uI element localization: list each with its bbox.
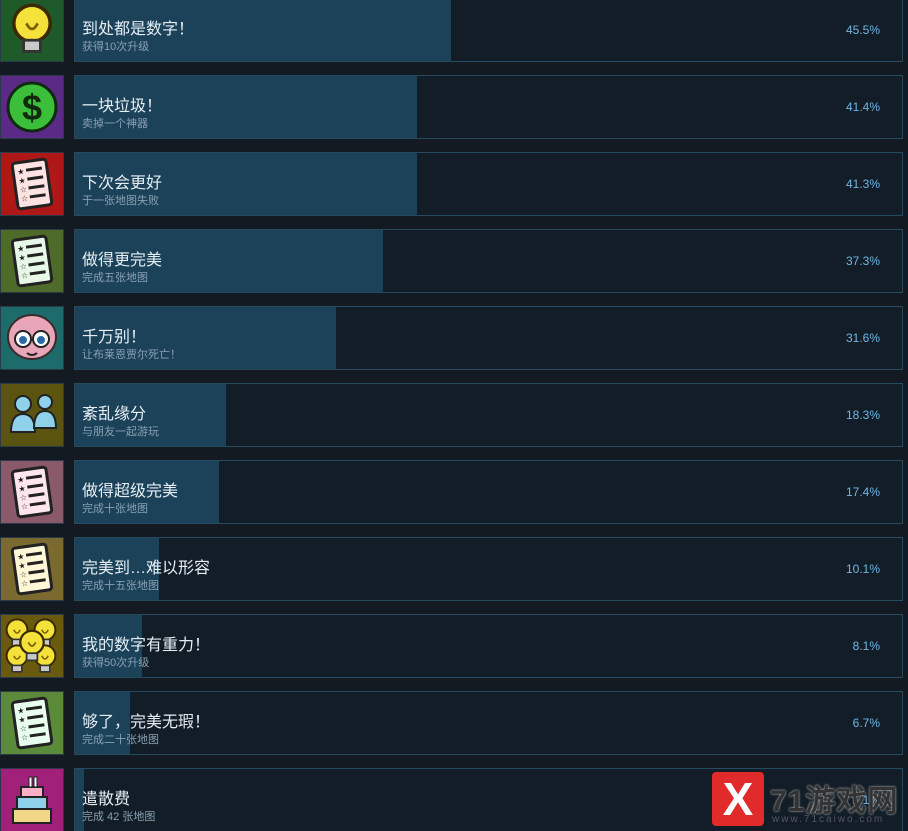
- unlock-percentage: 45.5%: [845, 23, 880, 37]
- achievement-title: 我的数字有重力！: [82, 637, 211, 654]
- progress-bar: 一块垃圾！ 卖掉一个神器 41.4%: [74, 75, 903, 139]
- svg-text:☆: ☆: [20, 579, 28, 589]
- achievement-row: 千万别！ 让布莱恩贾尔死亡！ 31.6%: [0, 306, 908, 372]
- achievement-description: 于一张地图失败: [82, 195, 159, 207]
- unlock-percentage: 17.4%: [845, 485, 880, 499]
- progress-bar: 我的数字有重力！ 获得50次升级 8.1%: [74, 614, 903, 678]
- achievement-description: 卖掉一个神器: [82, 118, 148, 130]
- achievement-description: 完成 42 张地图: [82, 811, 156, 823]
- unlock-percentage: 41.3%: [845, 177, 880, 191]
- achievement-description: 完成十五张地图: [82, 580, 159, 592]
- green-checklist-icon: ★ ★ ☆ ☆: [0, 229, 64, 293]
- achievement-row: ★ ★ ☆ ☆ 下次会更好于一张地图失败 41.3%: [0, 152, 908, 218]
- dollar-coin-icon: $: [0, 75, 64, 139]
- unlock-percentage: 6.7%: [852, 716, 880, 730]
- yellow-checklist-icon: ★ ★ ☆ ☆: [0, 537, 64, 601]
- friends-icon: [0, 383, 64, 447]
- unlock-percentage: 18.3%: [845, 408, 880, 422]
- progress-bar: 完美到…难以形容完成十五张地图 10.1%: [74, 537, 903, 601]
- achievement-row: 遣散费完成 42 张地图 1.1%: [0, 768, 908, 831]
- achievement-row: ★ ★ ☆ ☆ 完美到…难以形容完成十五张地图 10.1%: [0, 537, 908, 603]
- achievement-description: 获得50次升级: [82, 657, 150, 669]
- pink-checklist-icon: ★ ★ ☆ ☆: [0, 460, 64, 524]
- progress-bar: 做得超级完美完成十张地图 17.4%: [74, 460, 903, 524]
- achievement-list: 到处都是数字！ 获得10次升级 45.5% $ 一块垃圾！ 卖掉一个神器 41.4% ★ …: [0, 0, 908, 831]
- achievement-description: 完成二十张地图: [82, 734, 159, 746]
- light-green-checklist-icon: ★ ★ ☆ ☆: [0, 691, 64, 755]
- achievement-row: ★ ★ ☆ ☆ 做得更完美完成五张地图 37.3%: [0, 229, 908, 295]
- svg-text:$: $: [22, 87, 42, 128]
- achievement-description: 获得10次升级: [82, 41, 150, 53]
- achievement-row: 紊乱缘分与朋友一起游玩 18.3%: [0, 383, 908, 449]
- achievement-title: 做得超级完美: [82, 483, 179, 500]
- achievement-title: 够了，完美无瑕！: [82, 714, 211, 731]
- achievement-row: ★ ★ ☆ ☆ 做得超级完美完成十张地图 17.4%: [0, 460, 908, 526]
- achievement-title: 到处都是数字！: [82, 21, 195, 38]
- achievement-row: ★ ★ ☆ ☆ 够了，完美无瑕！ 完成二十张地图 6.7%: [0, 691, 908, 757]
- achievement-description: 完成十张地图: [82, 503, 148, 515]
- achievement-row: $ 一块垃圾！ 卖掉一个神器 41.4%: [0, 75, 908, 141]
- achievement-title: 完美到…难以形容: [82, 560, 211, 577]
- unlock-percentage: 37.3%: [845, 254, 880, 268]
- progress-bar: 够了，完美无瑕！ 完成二十张地图 6.7%: [74, 691, 903, 755]
- achievement-description: 让布莱恩贾尔死亡！: [82, 349, 181, 361]
- many-lightbulbs-icon: [0, 614, 64, 678]
- achievement-row: 到处都是数字！ 获得10次升级 45.5%: [0, 0, 908, 64]
- achievement-title: 紊乱缘分: [82, 406, 147, 423]
- unlock-percentage: 31.6%: [845, 331, 880, 345]
- svg-text:☆: ☆: [20, 194, 28, 204]
- achievement-description: 与朋友一起游玩: [82, 426, 159, 438]
- achievement-description: 完成五张地图: [82, 272, 148, 284]
- achievement-title: 遣散费: [82, 791, 131, 808]
- progress-bar: 下次会更好于一张地图失败 41.3%: [74, 152, 903, 216]
- failed-map-checklist-icon: ★ ★ ☆ ☆: [0, 152, 64, 216]
- unlock-percentage: 41.4%: [845, 100, 880, 114]
- progress-bar: 紊乱缘分与朋友一起游玩 18.3%: [74, 383, 903, 447]
- unlock-percentage: 1.1%: [852, 793, 880, 807]
- progress-bar: 遣散费完成 42 张地图 1.1%: [74, 768, 903, 831]
- cake-icon: [0, 768, 64, 831]
- achievement-title: 一块垃圾！: [82, 98, 163, 115]
- progress-bar: 到处都是数字！ 获得10次升级 45.5%: [74, 0, 903, 62]
- progress-bar: 千万别！ 让布莱恩贾尔死亡！ 31.6%: [74, 306, 903, 370]
- unlock-percentage: 8.1%: [852, 639, 880, 653]
- svg-text:☆: ☆: [20, 502, 28, 512]
- svg-text:☆: ☆: [20, 733, 28, 743]
- achievement-title: 千万别！: [82, 329, 147, 346]
- achievement-row: 我的数字有重力！ 获得50次升级 8.1%: [0, 614, 908, 680]
- progress-bar: 做得更完美完成五张地图 37.3%: [74, 229, 903, 293]
- svg-text:☆: ☆: [20, 271, 28, 281]
- creature-face-icon: [0, 306, 64, 370]
- unlock-percentage: 10.1%: [845, 562, 880, 576]
- achievement-title: 下次会更好: [82, 175, 163, 192]
- achievement-title: 做得更完美: [82, 252, 163, 269]
- lightbulb-icon: [0, 0, 64, 62]
